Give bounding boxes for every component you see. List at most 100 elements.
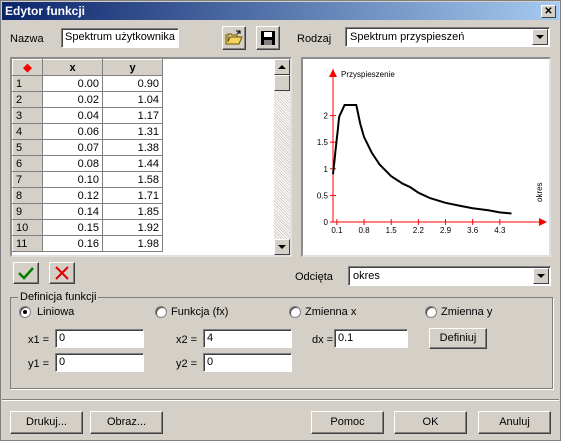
column-header-x[interactable]: x [42,59,103,76]
x-tick-label: 0.8 [358,226,370,235]
cell-x[interactable]: 0.12 [42,187,103,204]
row-number[interactable]: 1 [12,75,43,92]
row-number[interactable]: 5 [12,139,43,156]
name-field[interactable]: Spektrum użytkownika [61,28,179,48]
cell-y[interactable]: 1.92 [102,219,163,236]
print-button[interactable]: Drukuj... [10,411,83,434]
ok-button[interactable]: OK [394,411,467,434]
dx-field[interactable]: 0.1 [334,329,408,348]
accept-button[interactable] [13,262,39,284]
table-row[interactable]: 11 0.16 1.98 [12,235,163,252]
y-axis-arrow [329,69,337,77]
row-number[interactable]: 11 [12,235,43,252]
radio-variable-x-label[interactable]: Zmienna x [305,305,356,319]
radio-variable-x[interactable] [289,306,301,318]
cell-x[interactable]: 0.16 [42,235,103,252]
table-row[interactable]: 9 0.14 1.85 [12,203,163,220]
table-row[interactable]: 2 0.02 1.04 [12,91,163,108]
row-number[interactable]: 3 [12,107,43,124]
cell-x[interactable]: 0.14 [42,203,103,220]
cell-x[interactable]: 0.10 [42,171,103,188]
divider [2,399,559,401]
kind-select-value: Spektrum przyspieszeń [350,31,465,43]
column-header-y[interactable]: y [102,59,163,76]
cell-y[interactable]: 1.17 [102,107,163,124]
cell-y[interactable]: 1.85 [102,203,163,220]
cell-y[interactable]: 1.98 [102,235,163,252]
open-file-button[interactable] [222,26,246,50]
scroll-thumb[interactable] [274,75,290,91]
abscissa-select[interactable]: okres [348,266,551,286]
close-icon[interactable]: ✕ [541,5,556,18]
table-row[interactable]: 7 0.10 1.58 [12,171,163,188]
save-button[interactable] [256,26,280,50]
row-number[interactable]: 2 [12,91,43,108]
cell-y[interactable]: 1.58 [102,171,163,188]
radio-variable-y-label[interactable]: Zmienna y [441,305,492,319]
cell-y[interactable]: 1.38 [102,139,163,156]
table-scrollbar[interactable] [274,59,290,255]
cell-x[interactable]: 0.02 [42,91,103,108]
cancel-button[interactable]: Anuluj [478,411,551,434]
cell-x[interactable]: 0.15 [42,219,103,236]
cell-y[interactable]: 1.44 [102,155,163,172]
corner-diamond-icon[interactable]: ◆ [12,59,43,76]
x1-label: x1 = [28,334,50,346]
floppy-disk-icon [261,31,275,45]
row-number[interactable]: 9 [12,203,43,220]
reject-button[interactable] [49,262,75,284]
x-tick-label: 0.1 [331,226,343,235]
image-button[interactable]: Obraz... [90,411,163,434]
open-folder-icon [225,30,243,45]
row-number[interactable]: 4 [12,123,43,140]
cell-y[interactable]: 1.71 [102,187,163,204]
table-row[interactable]: 3 0.04 1.17 [12,107,163,124]
kind-select[interactable]: Spektrum przyspieszeń [345,27,550,47]
table-row[interactable]: 1 0.00 0.90 [12,75,163,92]
x-axis-label: okres [535,182,544,202]
x2-field[interactable]: 4 [203,329,292,348]
cell-x[interactable]: 0.00 [42,75,103,92]
y-tick-label: 2 [324,112,329,121]
row-number[interactable]: 6 [12,155,43,172]
define-button[interactable]: Definiuj [429,328,487,349]
cell-y[interactable]: 0.90 [102,75,163,92]
row-number[interactable]: 10 [12,219,43,236]
function-chart: 0 0.5 1 1.5 2 0.1 0.8 1.5 2.2 2.9 3.6 4.3 Przyspiesz… [301,57,551,257]
table-row[interactable]: 4 0.06 1.31 [12,123,163,140]
row-number[interactable]: 8 [12,187,43,204]
y1-field[interactable]: 0 [55,353,144,372]
radio-variable-y[interactable] [425,306,437,318]
y1-label: y1 = [28,358,50,370]
cell-x[interactable]: 0.04 [42,107,103,124]
table-row[interactable]: 5 0.07 1.38 [12,139,163,156]
radio-function[interactable] [155,306,167,318]
radio-linear[interactable] [19,306,31,318]
y-axis-label: Przyspieszenie [341,70,395,79]
chevron-down-icon[interactable] [533,268,549,284]
table-row[interactable]: 8 0.12 1.71 [12,187,163,204]
radio-linear-label[interactable]: Liniowa [37,305,74,319]
cell-y[interactable]: 1.31 [102,123,163,140]
x1-field[interactable]: 0 [55,329,144,348]
table-row[interactable]: 6 0.08 1.44 [12,155,163,172]
editor-window: Edytor funkcji ✕ Nazwa Spektrum użytkown… [0,0,561,441]
definition-group-title: Definicja funkcji [18,290,99,304]
table-row[interactable]: 10 0.15 1.92 [12,219,163,236]
name-label: Nazwa [10,33,44,45]
y-tick-label: 0 [324,218,329,227]
scroll-down-icon[interactable] [274,239,290,255]
cell-x[interactable]: 0.08 [42,155,103,172]
cell-x[interactable]: 0.07 [42,139,103,156]
y2-field[interactable]: 0 [203,353,292,372]
row-number[interactable]: 7 [12,171,43,188]
chevron-down-icon[interactable] [532,29,548,45]
cell-y[interactable]: 1.04 [102,91,163,108]
window-title: Edytor funkcji [5,4,86,18]
help-button[interactable]: Pomoc [311,411,384,434]
radio-function-label[interactable]: Funkcja (fx) [171,305,228,319]
checkmark-icon [18,267,34,280]
x-tick-label: 3.6 [467,226,479,235]
scroll-up-icon[interactable] [274,59,290,75]
cell-x[interactable]: 0.06 [42,123,103,140]
